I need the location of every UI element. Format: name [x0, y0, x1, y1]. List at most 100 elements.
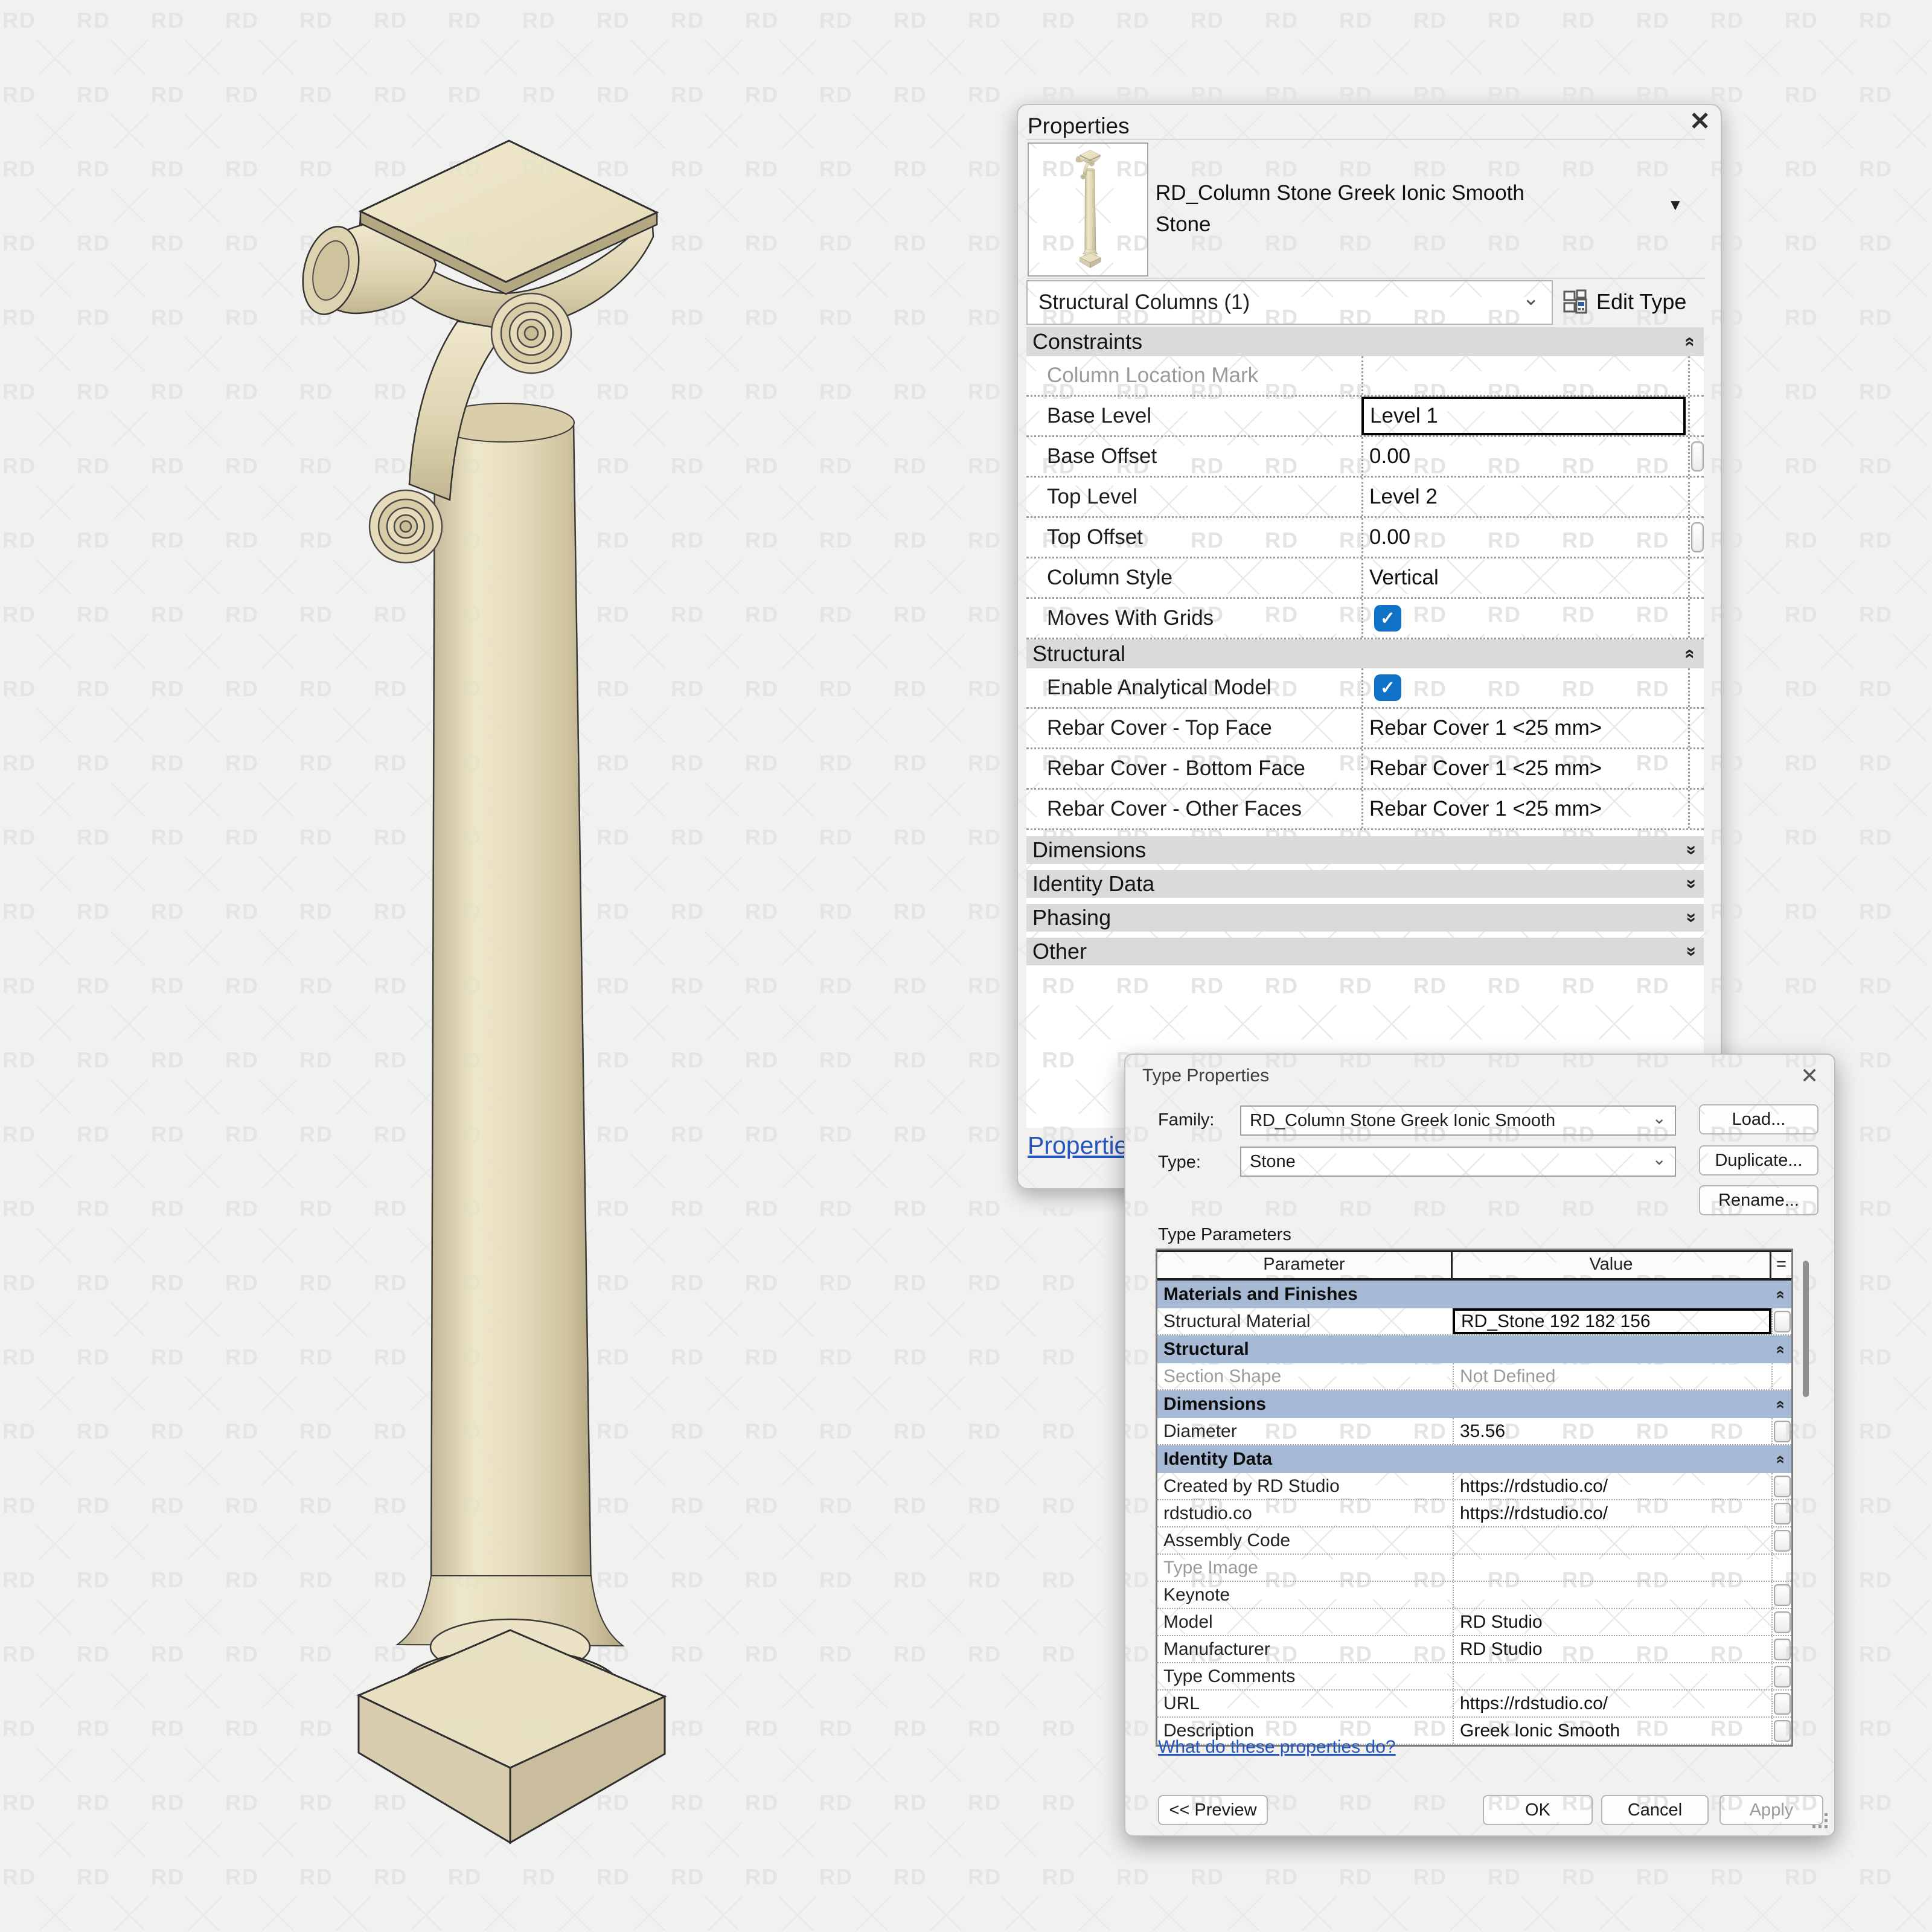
property-label: Base Level: [1047, 404, 1152, 427]
edit-type-button[interactable]: Edit Type: [1563, 284, 1686, 320]
param-value[interactable]: https://rdstudio.co/: [1453, 1500, 1771, 1526]
param-value[interactable]: https://rdstudio.co/: [1453, 1473, 1771, 1499]
property-value[interactable]: Vertical: [1361, 558, 1686, 597]
param-row: rdstudio.co https://rdstudio.co/: [1157, 1500, 1791, 1527]
checkbox[interactable]: ✓: [1374, 605, 1401, 632]
property-value[interactable]: Rebar Cover 1 <25 mm>: [1361, 709, 1686, 747]
type-preview-thumbnail[interactable]: [1028, 142, 1148, 277]
param-value[interactable]: [1453, 1555, 1771, 1581]
param-value[interactable]: [1453, 1527, 1771, 1553]
assoc-button[interactable]: [1691, 522, 1704, 552]
selector-combobox[interactable]: Structural Columns (1) ⌄: [1026, 280, 1553, 325]
property-value[interactable]: Rebar Cover 1 <25 mm>: [1361, 749, 1686, 788]
assoc-cell: [1771, 1636, 1791, 1662]
assoc-cell: [1771, 1582, 1791, 1608]
property-row: Rebar Cover - Top Face Rebar Cover 1 <25 …: [1026, 709, 1704, 749]
assoc-button[interactable]: [1773, 1665, 1791, 1687]
collapse-chevron-icon: «: [1772, 1399, 1791, 1409]
property-group-header[interactable]: Dimensions «: [1026, 836, 1704, 864]
assoc-button[interactable]: [1773, 1502, 1791, 1524]
cancel-button[interactable]: Cancel: [1601, 1795, 1709, 1825]
property-value[interactable]: 0.00: [1361, 518, 1686, 557]
property-value[interactable]: Level 1: [1361, 397, 1686, 435]
property-group-header[interactable]: Phasing «: [1026, 904, 1704, 932]
param-value[interactable]: [1453, 1663, 1771, 1689]
table-header-row: Parameter Value =: [1157, 1250, 1791, 1281]
assoc-button[interactable]: [1773, 1475, 1791, 1497]
assoc-button[interactable]: [1773, 1692, 1791, 1715]
property-value[interactable]: ✓: [1361, 668, 1686, 707]
assoc-button[interactable]: [1773, 1611, 1791, 1633]
dialog-close-icon[interactable]: ✕: [1800, 1063, 1818, 1089]
type-select-caret-icon[interactable]: ▼: [1668, 196, 1683, 214]
property-row: Top Offset 0.00: [1026, 518, 1704, 558]
type-properties-dialog: Type Properties ✕ Family: RD_Column Ston…: [1124, 1054, 1835, 1837]
param-value[interactable]: 35.56: [1453, 1418, 1771, 1444]
properties-help-link[interactable]: Propertie: [1028, 1131, 1128, 1160]
close-icon[interactable]: ✕: [1689, 106, 1710, 136]
property-value[interactable]: [1361, 356, 1686, 395]
property-value[interactable]: Level 2: [1361, 478, 1686, 516]
assoc-button[interactable]: [1773, 1584, 1791, 1606]
assoc-cell: [1771, 1663, 1791, 1689]
assoc-button[interactable]: [1691, 441, 1704, 472]
assoc-button[interactable]: [1773, 1310, 1791, 1332]
family-combobox[interactable]: RD_Column Stone Greek Ionic Smooth ⌄: [1240, 1105, 1676, 1136]
assoc-cell: [1688, 599, 1704, 638]
help-link[interactable]: What do these properties do?: [1158, 1737, 1396, 1758]
assoc-button[interactable]: [1773, 1719, 1791, 1742]
property-group-header[interactable]: Structural «: [1026, 639, 1704, 668]
checkbox[interactable]: ✓: [1374, 674, 1401, 701]
param-value[interactable]: RD Studio: [1453, 1609, 1771, 1635]
property-value[interactable]: Rebar Cover 1 <25 mm>: [1361, 790, 1686, 828]
table-section-row[interactable]: Materials and Finishes «: [1157, 1281, 1791, 1308]
property-group-header[interactable]: Constraints «: [1026, 327, 1704, 356]
param-value[interactable]: RD Studio: [1453, 1636, 1771, 1662]
table-section-row[interactable]: Identity Data «: [1157, 1445, 1791, 1473]
param-value[interactable]: Not Defined: [1453, 1363, 1771, 1389]
assoc-cell: [1688, 668, 1704, 707]
property-label: Rebar Cover - Bottom Face: [1047, 756, 1305, 780]
param-value[interactable]: RD_Stone 192 182 156: [1453, 1308, 1771, 1334]
rename-button[interactable]: Rename...: [1699, 1185, 1818, 1215]
property-row: Rebar Cover - Other Faces Rebar Cover 1 <…: [1026, 790, 1704, 830]
duplicate-button[interactable]: Duplicate...: [1699, 1145, 1818, 1176]
param-name: Assembly Code: [1163, 1530, 1291, 1550]
assoc-button[interactable]: [1773, 1420, 1791, 1442]
param-row: Diameter 35.56: [1157, 1418, 1791, 1445]
assoc-button[interactable]: [1773, 1638, 1791, 1660]
param-name: URL: [1163, 1693, 1200, 1713]
type-combobox[interactable]: Stone ⌄: [1240, 1147, 1676, 1177]
type-preview-image: [1075, 150, 1101, 268]
assoc-cell: [1771, 1555, 1791, 1581]
preview-button[interactable]: << Preview: [1158, 1795, 1268, 1825]
assoc-cell: [1771, 1418, 1791, 1444]
param-name: Structural Material: [1163, 1311, 1311, 1331]
type-parameters-table: Parameter Value = Materials and Finishes « St…: [1156, 1249, 1793, 1747]
assoc-cell: [1771, 1527, 1791, 1553]
param-value[interactable]: [1453, 1582, 1771, 1608]
load-button[interactable]: Load...: [1699, 1104, 1818, 1134]
property-value[interactable]: ✓: [1361, 599, 1686, 638]
assoc-button[interactable]: [1773, 1529, 1791, 1552]
table-section-label: Structural: [1163, 1339, 1249, 1359]
property-label: Top Offset: [1047, 525, 1143, 549]
property-group-header[interactable]: Other «: [1026, 938, 1704, 965]
table-section-row[interactable]: Dimensions «: [1157, 1390, 1791, 1418]
property-group-header[interactable]: Identity Data «: [1026, 870, 1704, 898]
scrollbar-thumb[interactable]: [1803, 1261, 1809, 1397]
property-row: Rebar Cover - Bottom Face Rebar Cover 1 <…: [1026, 749, 1704, 790]
table-section-row[interactable]: Structural «: [1157, 1335, 1791, 1363]
collapse-chevron-icon: «: [1772, 1345, 1791, 1354]
property-row: Column Style Vertical: [1026, 558, 1704, 599]
apply-button[interactable]: Apply: [1719, 1795, 1823, 1825]
selector-value: Structural Columns (1): [1038, 290, 1250, 314]
param-value[interactable]: Greek Ionic Smooth: [1453, 1718, 1771, 1744]
resize-grip-icon[interactable]: [1812, 1813, 1828, 1829]
ok-button[interactable]: OK: [1483, 1795, 1593, 1825]
property-row: Base Level Level 1: [1026, 397, 1704, 437]
assoc-cell: [1688, 749, 1704, 788]
collapse-chevron-icon: «: [1680, 845, 1700, 856]
param-value[interactable]: https://rdstudio.co/: [1453, 1690, 1771, 1716]
property-value[interactable]: 0.00: [1361, 437, 1686, 476]
